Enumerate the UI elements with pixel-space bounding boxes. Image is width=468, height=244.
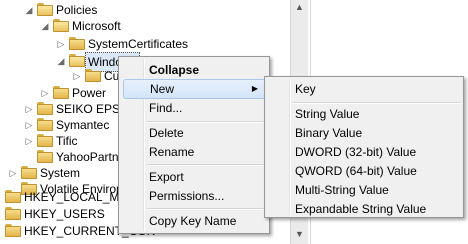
submenu-item-qword-value[interactable]: QWORD (64-bit) Value xyxy=(287,161,461,181)
tree-node-label: Microsoft xyxy=(72,19,121,33)
folder-icon xyxy=(21,166,37,179)
expand-arrow-icon[interactable]: ▷ xyxy=(0,188,2,206)
folder-open-icon xyxy=(37,3,53,16)
menu-item-find[interactable]: Find... xyxy=(141,98,267,118)
menu-item-label: Delete xyxy=(149,126,184,140)
folder-icon xyxy=(69,37,85,50)
menu-item-copy-key-name[interactable]: Copy Key Name xyxy=(141,211,267,231)
menu-item-rename[interactable]: Rename xyxy=(141,142,267,162)
submenu-item-dword-value[interactable]: DWORD (32-bit) Value xyxy=(287,142,461,162)
menu-item-collapse[interactable]: Collapse xyxy=(141,60,267,80)
submenu-item-expandable-string-value[interactable]: Expandable String Value xyxy=(287,199,461,219)
menu-item-label: Permissions... xyxy=(149,189,225,203)
submenu-item-binary-value[interactable]: Binary Value xyxy=(287,123,461,143)
folder-icon xyxy=(5,190,21,203)
new-submenu: Key String Value Binary Value DWORD (32-… xyxy=(264,76,464,218)
menu-item-label: DWORD (32-bit) Value xyxy=(295,145,417,159)
folder-open-icon xyxy=(69,54,85,67)
menu-item-label: New xyxy=(150,82,175,96)
submenu-item-key[interactable]: Key xyxy=(287,79,461,99)
collapse-arrow-icon[interactable]: ◢ xyxy=(24,1,34,19)
scroll-up-arrow-icon[interactable]: ▲ xyxy=(291,0,308,14)
menu-item-label: Find... xyxy=(149,101,183,115)
folder-open-icon xyxy=(53,19,69,32)
tree-node-label: SystemCertificates xyxy=(88,37,189,51)
menu-item-new[interactable]: New ▶ xyxy=(123,79,267,99)
submenu-arrow-icon: ▶ xyxy=(251,84,258,93)
folder-icon xyxy=(5,207,21,220)
menu-item-permissions[interactable]: Permissions... xyxy=(141,186,267,206)
menu-item-label: Collapse xyxy=(149,63,200,77)
context-menu: Collapse New ▶ Find... Delete Rename Exp… xyxy=(118,56,270,234)
expand-arrow-icon[interactable]: ▷ xyxy=(24,132,34,150)
expand-arrow-icon[interactable]: ▷ xyxy=(8,164,18,182)
menu-item-label: Expandable String Value xyxy=(295,202,427,216)
folder-icon xyxy=(37,102,53,115)
scroll-down-arrow-icon[interactable]: ▼ xyxy=(291,226,308,242)
menu-item-delete[interactable]: Delete xyxy=(141,123,267,143)
menu-item-label: QWORD (64-bit) Value xyxy=(295,164,417,178)
menu-separator xyxy=(147,208,265,210)
expand-arrow-icon[interactable]: ▷ xyxy=(40,84,50,102)
menu-item-label: String Value xyxy=(295,107,360,121)
folder-icon xyxy=(85,69,101,82)
menu-item-label: Copy Key Name xyxy=(149,214,237,228)
folder-icon xyxy=(5,224,21,237)
tree-node-label: HKEY_USERS xyxy=(24,207,105,221)
collapse-arrow-icon[interactable]: ◢ xyxy=(56,52,66,70)
menu-item-export[interactable]: Export xyxy=(141,167,267,187)
folder-icon xyxy=(53,86,69,99)
collapse-arrow-icon[interactable]: ◢ xyxy=(40,17,50,35)
folder-icon xyxy=(37,118,53,131)
menu-item-label: Key xyxy=(295,82,316,96)
folder-icon xyxy=(37,134,53,147)
menu-separator xyxy=(147,164,265,166)
submenu-item-string-value[interactable]: String Value xyxy=(287,104,461,124)
expand-arrow-icon[interactable]: ▷ xyxy=(56,35,66,53)
menu-item-label: Rename xyxy=(149,145,195,159)
folder-icon xyxy=(37,150,53,163)
expand-arrow-icon[interactable]: ▷ xyxy=(72,67,82,85)
menu-item-label: Multi-String Value xyxy=(295,183,389,197)
menu-item-label: Export xyxy=(149,170,184,184)
menu-item-label: Binary Value xyxy=(295,126,363,140)
submenu-item-multi-string-value[interactable]: Multi-String Value xyxy=(287,180,461,200)
